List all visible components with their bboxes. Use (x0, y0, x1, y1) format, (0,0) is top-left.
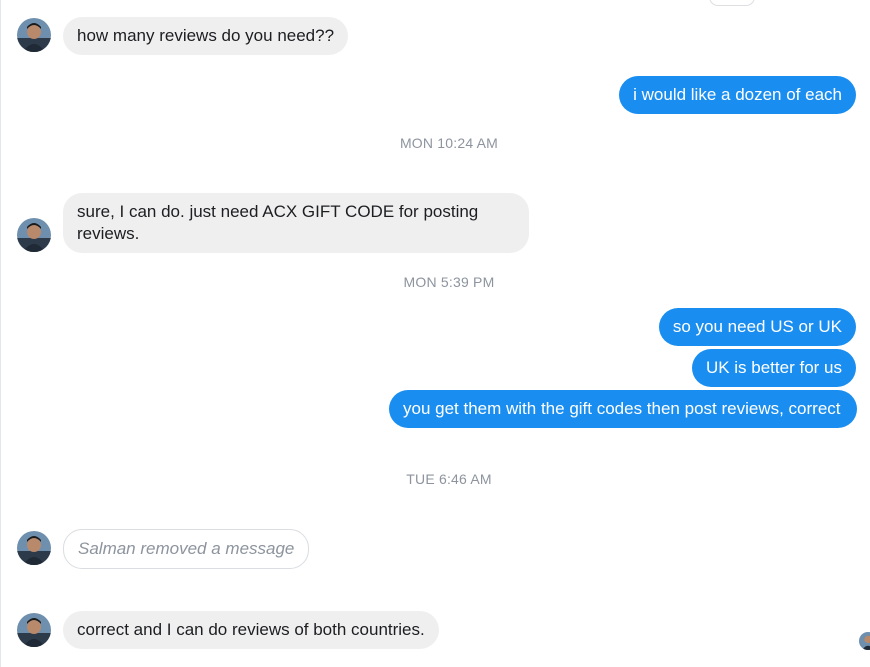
timestamp: TUE 6:46 AM (406, 471, 492, 487)
incoming-message[interactable]: correct and I can do reviews of both cou… (63, 611, 439, 649)
incoming-message[interactable]: sure, I can do. just need ACX GIFT CODE … (63, 193, 529, 253)
outgoing-message[interactable]: i would like a dozen of each (619, 76, 856, 114)
chat-thread: how many reviews do you need?? i would l… (0, 0, 870, 667)
reaction-stub[interactable] (709, 0, 755, 6)
timestamp: MON 10:24 AM (399, 135, 499, 151)
contact-avatar[interactable] (17, 218, 51, 252)
avatar-image-icon (17, 531, 51, 565)
seen-indicator-avatar (859, 632, 870, 650)
outgoing-message[interactable]: so you need US or UK (658, 308, 856, 346)
timestamp: MON 5:39 PM (403, 274, 495, 290)
avatar-image-icon (17, 218, 51, 252)
contact-avatar[interactable] (17, 18, 51, 52)
removed-message: Salman removed a message (63, 529, 310, 569)
outgoing-message[interactable]: UK is better for us (691, 349, 856, 387)
contact-avatar[interactable] (17, 613, 51, 647)
contact-avatar[interactable] (17, 531, 51, 565)
avatar-image-icon (17, 613, 51, 647)
incoming-message[interactable]: how many reviews do you need?? (63, 17, 349, 55)
outgoing-message[interactable]: you get them with the gift codes then po… (389, 390, 857, 428)
seen-avatar-icon (859, 632, 870, 650)
avatar-image-icon (17, 18, 51, 52)
